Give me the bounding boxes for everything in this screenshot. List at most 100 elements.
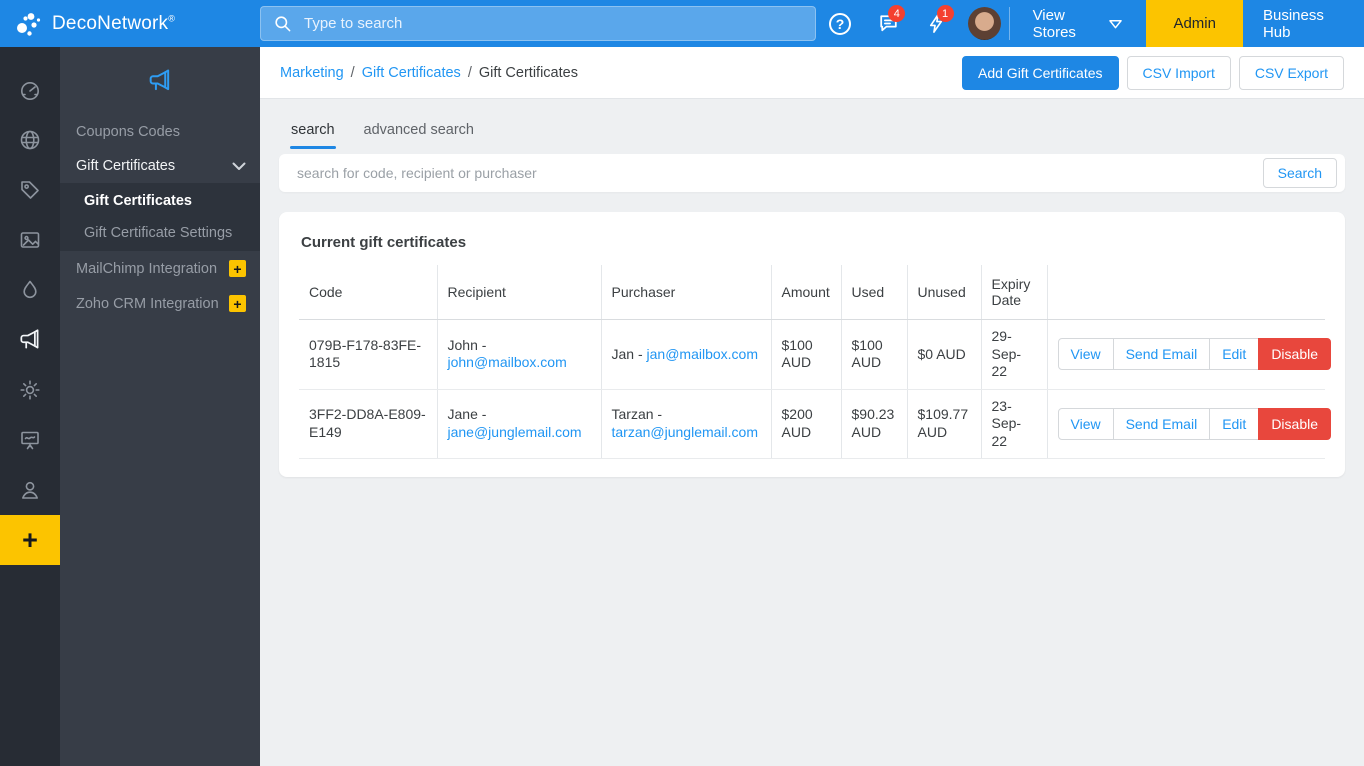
sidebar-item-mailchimp-integration[interactable]: MailChimp Integration + [60,251,260,286]
sidebar-item-coupons-codes[interactable]: Coupons Codes [60,115,260,149]
col-recipient: Recipient [437,265,602,320]
sidebar-item-reports[interactable] [0,415,60,465]
search-icon [273,14,292,33]
purchaser-email-link[interactable]: jan@mailbox.com [647,346,758,362]
breadcrumb-gift-certificates[interactable]: Gift Certificates [362,65,461,81]
main-area: Marketing / Gift Certificates / Gift Cer… [260,47,1364,766]
global-search-input[interactable] [302,14,803,33]
row-actions: View Send Email Edit Disable [1057,338,1332,371]
search-button[interactable]: Search [1262,158,1337,188]
add-button[interactable]: + [0,515,60,565]
filter-search-bar: Search [279,154,1345,192]
icon-rail: + [0,47,60,766]
view-button[interactable]: View [1057,407,1114,440]
cell-expiry: 23-Sep-22 [981,389,1048,459]
edit-button[interactable]: Edit [1209,407,1260,440]
recipient-email-link[interactable]: john@mailbox.com [448,354,567,370]
gift-certificates-subgroup: Gift Certificates Gift Certificate Setti… [60,183,260,251]
col-amount: Amount [771,265,842,320]
edit-button[interactable]: Edit [1209,338,1260,371]
disable-button[interactable]: Disable [1258,407,1332,440]
row-actions: View Send Email Edit Disable [1057,407,1332,440]
user-menu-button[interactable] [961,0,1009,47]
messages-button[interactable]: 4 [864,0,912,47]
breadcrumb-bar: Marketing / Gift Certificates / Gift Cer… [260,47,1364,99]
card-title: Current gift certificates [301,234,467,251]
gift-certificates-card: Current gift certificates Code Recipient… [279,212,1345,477]
gear-icon [18,378,42,402]
breadcrumb: Marketing / Gift Certificates / Gift Cer… [280,64,578,81]
tab-business-hub[interactable]: Business Hub [1243,0,1364,47]
megaphone-icon [17,327,43,353]
send-email-button[interactable]: Send Email [1112,338,1211,371]
chevron-down-icon [232,162,246,171]
tab-admin[interactable]: Admin [1146,0,1243,47]
cell-code: 3FF2-DD8A-E809-E149 [299,389,438,459]
csv-export-button[interactable]: CSV Export [1238,55,1344,90]
recipient-email-link[interactable]: jane@junglemail.com [448,424,582,440]
csv-import-button[interactable]: CSV Import [1126,55,1231,90]
cell-recipient: Jane - jane@junglemail.com [437,389,602,459]
cell-purchaser: Tarzan - tarzan@junglemail.com [601,389,772,459]
sidebar-item-sales[interactable] [0,165,60,215]
deconetwork-logo-icon [13,9,43,39]
col-actions [1047,265,1325,320]
sidebar-item-settings[interactable] [0,365,60,415]
tabs: search advanced search [279,113,1345,149]
sidebar-item-production[interactable] [0,265,60,315]
col-purchaser: Purchaser [601,265,772,320]
tab-advanced-search[interactable]: advanced search [363,113,475,149]
websites-icon [18,128,42,152]
cell-used: $90.23 AUD [841,389,908,459]
sidebar-item-marketing[interactable] [0,315,60,365]
tab-search[interactable]: search [290,113,336,149]
global-search[interactable] [260,6,816,41]
sidebar-item-account[interactable] [0,465,60,515]
sidebar-item-zoho-crm-integration[interactable]: Zoho CRM Integration + [60,286,260,321]
col-unused: Unused [907,265,982,320]
cell-unused: $109.77 AUD [907,389,982,459]
purchaser-email-link[interactable]: tarzan@junglemail.com [612,424,759,440]
cell-amount: $200 AUD [771,389,842,459]
add-gift-certificates-button[interactable]: Add Gift Certificates [962,55,1119,90]
help-button[interactable]: ? [816,0,864,47]
sidebar-item-designs[interactable] [0,215,60,265]
cell-actions: View Send Email Edit Disable [1047,319,1332,390]
filter-search-input[interactable] [295,164,1263,182]
page-actions: Add Gift Certificates CSV Import CSV Exp… [962,55,1344,90]
brand-name: DecoNetwork® [52,12,176,34]
sidebar-item-gift-certificate-settings[interactable]: Gift Certificate Settings [60,217,260,249]
sidebar-item-gift-certificates-parent[interactable]: Gift Certificates [60,149,260,183]
col-used: Used [841,265,908,320]
top-bar: DecoNetwork® ? 4 1 [0,0,1364,47]
sidebar-item-dashboard[interactable] [0,65,60,115]
person-icon [18,478,42,502]
sidebar-item-gift-certificates[interactable]: Gift Certificates [60,185,260,217]
view-button[interactable]: View [1057,338,1114,371]
sidebar-item-websites[interactable] [0,115,60,165]
plus-badge: + [229,260,246,277]
table-header-row: Code Recipient Purchaser Amount Used Unu… [299,265,1325,320]
breadcrumb-current: Gift Certificates [478,64,578,81]
col-code: Code [299,265,438,320]
droplet-icon [18,278,42,302]
send-email-button[interactable]: Send Email [1112,407,1211,440]
help-icon: ? [829,12,852,35]
alerts-button[interactable]: 1 [912,0,960,47]
topbar-right: ? 4 1 View Stores Admin Business Hub [816,0,1364,47]
breadcrumb-marketing[interactable]: Marketing [280,65,344,81]
cell-amount: $100 AUD [771,319,842,390]
cell-actions: View Send Email Edit Disable [1047,389,1332,459]
cell-expiry: 29-Sep-22 [981,319,1048,390]
cell-purchaser: Jan - jan@mailbox.com [601,319,772,390]
plus-badge: + [229,295,246,312]
cell-code: 079B-F178-83FE-1815 [299,319,438,390]
brand[interactable]: DecoNetwork® [0,0,260,47]
view-stores-dropdown[interactable]: View Stores [1010,0,1147,47]
table-row: 079B-F178-83FE-1815 John - john@mailbox.… [299,319,1332,390]
chevron-down-icon [1108,18,1123,30]
gift-certificates-table: Code Recipient Purchaser Amount Used Unu… [299,265,1332,459]
alerts-badge: 1 [936,5,954,22]
disable-button[interactable]: Disable [1258,338,1332,371]
view-stores-label: View Stores [1032,6,1076,41]
